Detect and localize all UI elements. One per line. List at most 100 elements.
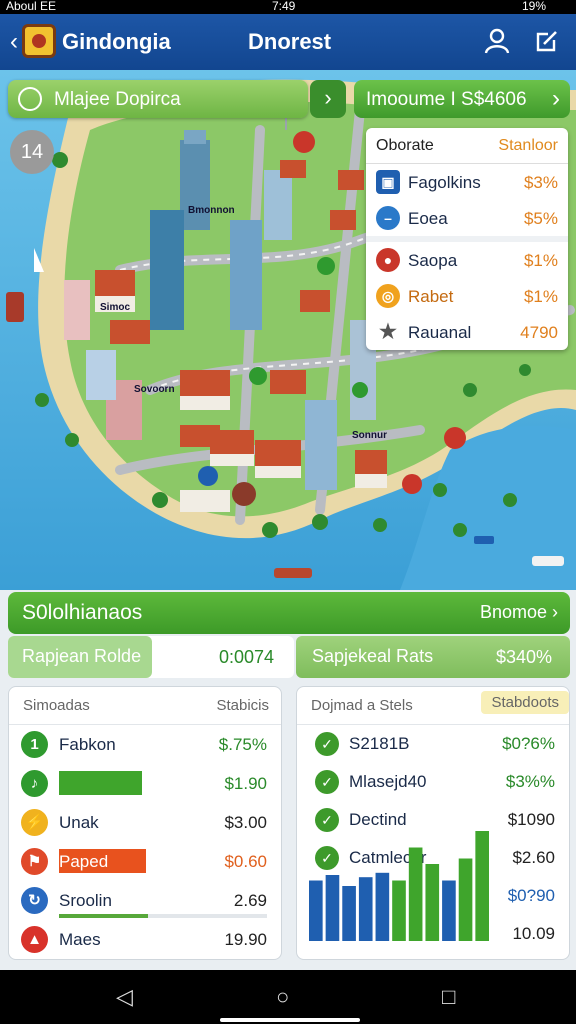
value-bar bbox=[59, 771, 143, 795]
check-icon: ✓ bbox=[315, 732, 339, 756]
item-name: Maes bbox=[59, 930, 101, 949]
back-chevron-icon[interactable]: ‹ bbox=[10, 28, 18, 56]
nav-back-icon[interactable]: ◁ bbox=[116, 984, 133, 1010]
app-title: Gindongia bbox=[62, 29, 171, 54]
page-title: Dnorest bbox=[248, 29, 332, 54]
nav-recents-icon[interactable]: □ bbox=[442, 984, 455, 1010]
chart-bar bbox=[475, 831, 489, 941]
route-selector[interactable]: Mlajee Dopirca bbox=[8, 80, 308, 118]
chart-bar bbox=[358, 877, 373, 941]
nav-home-icon[interactable]: ○ bbox=[276, 984, 289, 1010]
system-nav-bar: ◁ ○ □ bbox=[0, 970, 576, 1024]
legend-name: Rauanal bbox=[408, 323, 472, 342]
stats-card-right: Dojmad a Stels Stabdoots ✓ S2181B $0?6% ✓ Ml… bbox=[296, 686, 570, 960]
chart-bar bbox=[408, 847, 423, 941]
bar-chart bbox=[309, 831, 489, 941]
section-more-link[interactable]: Bnomoe › bbox=[480, 602, 558, 623]
legend-name: Eoea bbox=[408, 209, 448, 228]
flag-icon: ⚑ bbox=[21, 848, 48, 875]
item-value: 2.69 bbox=[233, 891, 267, 910]
card-header: Simoadas Stabicis bbox=[9, 687, 281, 725]
summary-left[interactable]: Rapjean Rolde 0:0074 bbox=[8, 636, 294, 678]
chart-bar bbox=[425, 864, 440, 941]
list-item[interactable]: ▲ Maes 19.90 bbox=[9, 920, 281, 959]
legend-row[interactable]: ● Saopa $1% bbox=[366, 242, 568, 278]
chart-bar bbox=[442, 880, 456, 941]
chevron-right-icon: › bbox=[552, 85, 560, 112]
legend-value: $5% bbox=[523, 209, 558, 228]
section-title: S0lolhianaos bbox=[22, 601, 143, 624]
star-icon: ★ bbox=[379, 321, 397, 343]
item-name: Paped bbox=[59, 852, 109, 871]
item-name: Unak bbox=[59, 813, 99, 832]
legend-value: $1% bbox=[523, 287, 558, 306]
legend-value: $1% bbox=[523, 251, 558, 270]
chart-bar bbox=[375, 872, 390, 941]
item-value: $1.90 bbox=[224, 774, 267, 793]
warning-icon: ▲ bbox=[21, 926, 48, 953]
legend-name: Saopa bbox=[408, 251, 458, 270]
item-value: $3%% bbox=[505, 772, 555, 791]
legend-row[interactable]: ▣ Fagolkins $3% bbox=[366, 164, 568, 200]
status-time: 7:49 bbox=[272, 0, 296, 13]
legend-row[interactable]: ◎ Rabet $1% bbox=[366, 278, 568, 314]
list-item[interactable]: ↻ Sroolin 2.69 bbox=[9, 881, 281, 920]
gesture-handle bbox=[220, 1018, 360, 1022]
card-col-a: Simoadas bbox=[23, 697, 90, 714]
legend-value: 4790 bbox=[520, 323, 558, 342]
item-name: Mlasejd40 bbox=[349, 772, 427, 791]
chevron-right-icon: › bbox=[552, 602, 558, 622]
item-value: $3.00 bbox=[224, 813, 267, 832]
number-one-icon: 1 bbox=[21, 731, 48, 758]
list-item[interactable]: ⚑ Paped $0.60 bbox=[9, 842, 281, 881]
map-label: Sovoorn bbox=[134, 384, 175, 395]
summary-right-value: $340% bbox=[495, 647, 552, 667]
chart-bar bbox=[325, 875, 340, 941]
ticker-button[interactable]: Imooume I S$4606 › bbox=[354, 80, 570, 118]
section-header: S0lolhianaos Bnomoe › bbox=[8, 592, 570, 634]
legend-row[interactable]: ★ Rauanal 4790 bbox=[366, 314, 568, 350]
list-item[interactable]: 1 Fabkon $.75% bbox=[9, 725, 281, 764]
list-item[interactable]: ⚡ Unak $3.00 bbox=[9, 803, 281, 842]
item-value: $0?6% bbox=[502, 734, 555, 753]
item-value: 19.90 bbox=[224, 930, 267, 949]
legend-col-b: Stanloor bbox=[498, 137, 558, 154]
route-go-button[interactable]: › bbox=[310, 80, 346, 118]
item-value: $0.60 bbox=[224, 852, 267, 871]
item-value: $2.60 bbox=[512, 848, 555, 867]
user-icon[interactable] bbox=[484, 28, 510, 59]
list-item[interactable]: ✓ S2181B $0?6% bbox=[297, 725, 569, 763]
progress-track bbox=[59, 914, 267, 918]
status-battery: 19% bbox=[521, 0, 546, 13]
map-label: Simoc bbox=[100, 302, 131, 313]
card-header: Dojmad a Stels Stabdoots bbox=[297, 687, 569, 725]
legend-name: Rabet bbox=[408, 287, 454, 306]
item-value: 10.09 bbox=[512, 924, 555, 943]
app-logo bbox=[22, 24, 56, 58]
list-item[interactable]: ♪ $1.90 bbox=[9, 764, 281, 803]
legend-name: Fagolkins bbox=[408, 173, 481, 192]
app-header: ‹ Gindongia Dnorest bbox=[0, 14, 576, 70]
chart-bar bbox=[392, 880, 406, 941]
more-label: Bnomoe bbox=[479, 602, 547, 622]
legend-col-a: Oborate bbox=[376, 137, 434, 154]
legend-row[interactable]: – Eoea $5% bbox=[366, 200, 568, 236]
summary-right[interactable]: Sapjekeal Rats $340% bbox=[296, 636, 570, 678]
item-value: $1090 bbox=[507, 810, 555, 829]
edit-icon[interactable] bbox=[534, 28, 560, 59]
summary-right-label: Sapjekeal Rats bbox=[312, 646, 434, 666]
status-carrier: Aboul EE bbox=[6, 0, 57, 13]
status-bar: Aboul EE 7:49 19% bbox=[0, 0, 576, 14]
card-col-b: Stabdoots bbox=[481, 691, 569, 714]
progress-fill bbox=[59, 914, 149, 918]
item-value: $.75% bbox=[218, 735, 267, 754]
summary-left-value: 0:0074 bbox=[218, 647, 274, 667]
legend-header: Oborate Stanloor bbox=[366, 128, 568, 164]
chart-bar bbox=[309, 880, 323, 941]
chart-bar bbox=[458, 858, 473, 941]
ticker-label: Imooume I S$4606 bbox=[366, 89, 527, 110]
zoom-level-badge[interactable]: 14 bbox=[10, 130, 54, 174]
refresh-icon: ↻ bbox=[21, 887, 48, 914]
route-label: Mlajee Dopirca bbox=[54, 89, 181, 110]
list-item[interactable]: ✓ Mlasejd40 $3%% bbox=[297, 763, 569, 801]
